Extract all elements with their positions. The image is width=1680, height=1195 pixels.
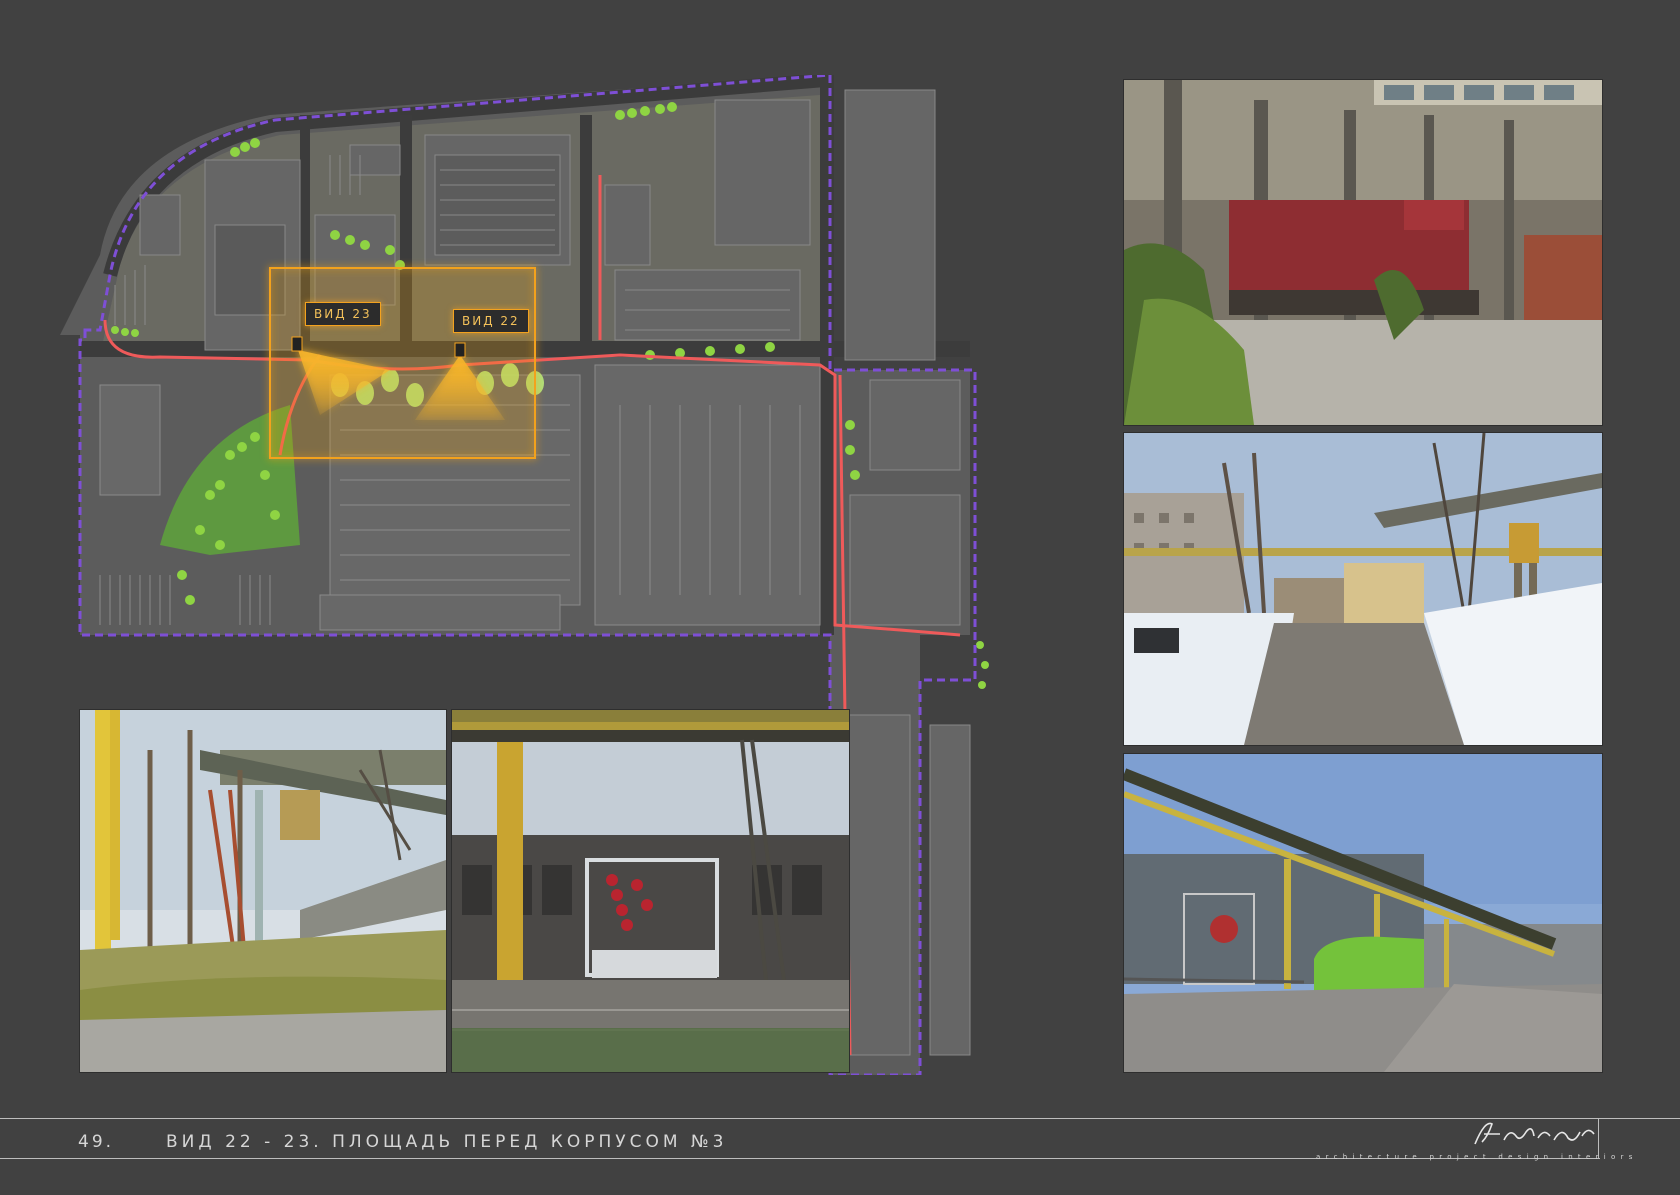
- view-label-22: ВИД 22: [453, 309, 529, 333]
- photo-stage: [452, 710, 849, 1072]
- footer-line-top: [0, 1118, 1680, 1119]
- photo-locomotive: [1124, 80, 1602, 425]
- view-label-23: ВИД 23: [305, 302, 381, 326]
- page-title: ВИД 22 - 23. ПЛОЩАДЬ ПЕРЕД КОРПУСОМ №3: [166, 1132, 728, 1152]
- brand-logo: [1470, 1118, 1600, 1148]
- photo-crane: [80, 710, 446, 1072]
- page-number: 49.: [78, 1132, 115, 1152]
- photo-pipeline-street: [1124, 754, 1602, 1072]
- photo-winter-street: [1124, 433, 1602, 745]
- brand-tagline: architecture project design interiors: [1316, 1153, 1638, 1161]
